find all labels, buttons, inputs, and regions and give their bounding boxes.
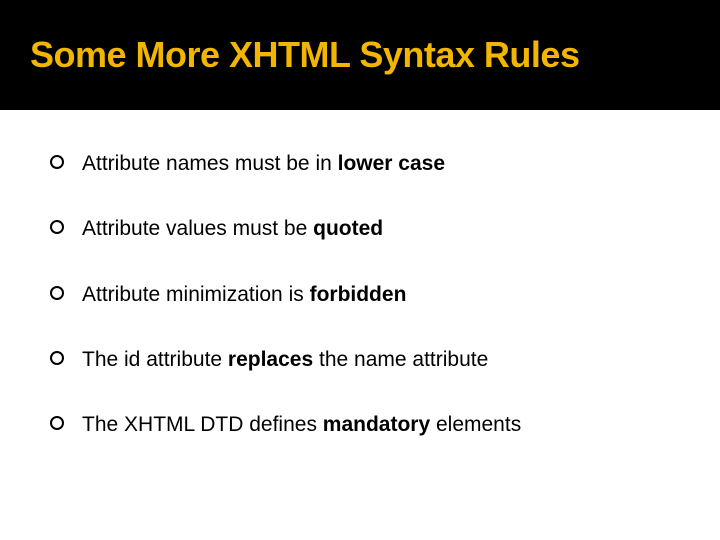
list-item: The XHTML DTD defines mandatory elements	[50, 411, 680, 438]
slide-content: Attribute names must be in lower case At…	[0, 110, 720, 438]
bullet-icon	[50, 220, 64, 234]
list-item: Attribute minimization is forbidden	[50, 281, 680, 308]
bullet-text: Attribute values must be quoted	[82, 215, 383, 242]
bullet-icon	[50, 155, 64, 169]
list-item: Attribute values must be quoted	[50, 215, 680, 242]
list-item: Attribute names must be in lower case	[50, 150, 680, 177]
slide-title: Some More XHTML Syntax Rules	[30, 34, 579, 76]
title-bar: Some More XHTML Syntax Rules	[0, 0, 720, 110]
bullet-icon	[50, 286, 64, 300]
list-item: The id attribute replaces the name attri…	[50, 346, 680, 373]
bullet-icon	[50, 351, 64, 365]
bullet-text: The XHTML DTD defines mandatory elements	[82, 411, 521, 438]
bullet-icon	[50, 416, 64, 430]
bullet-text: Attribute names must be in lower case	[82, 150, 445, 177]
bullet-text: The id attribute replaces the name attri…	[82, 346, 488, 373]
bullet-text: Attribute minimization is forbidden	[82, 281, 406, 308]
